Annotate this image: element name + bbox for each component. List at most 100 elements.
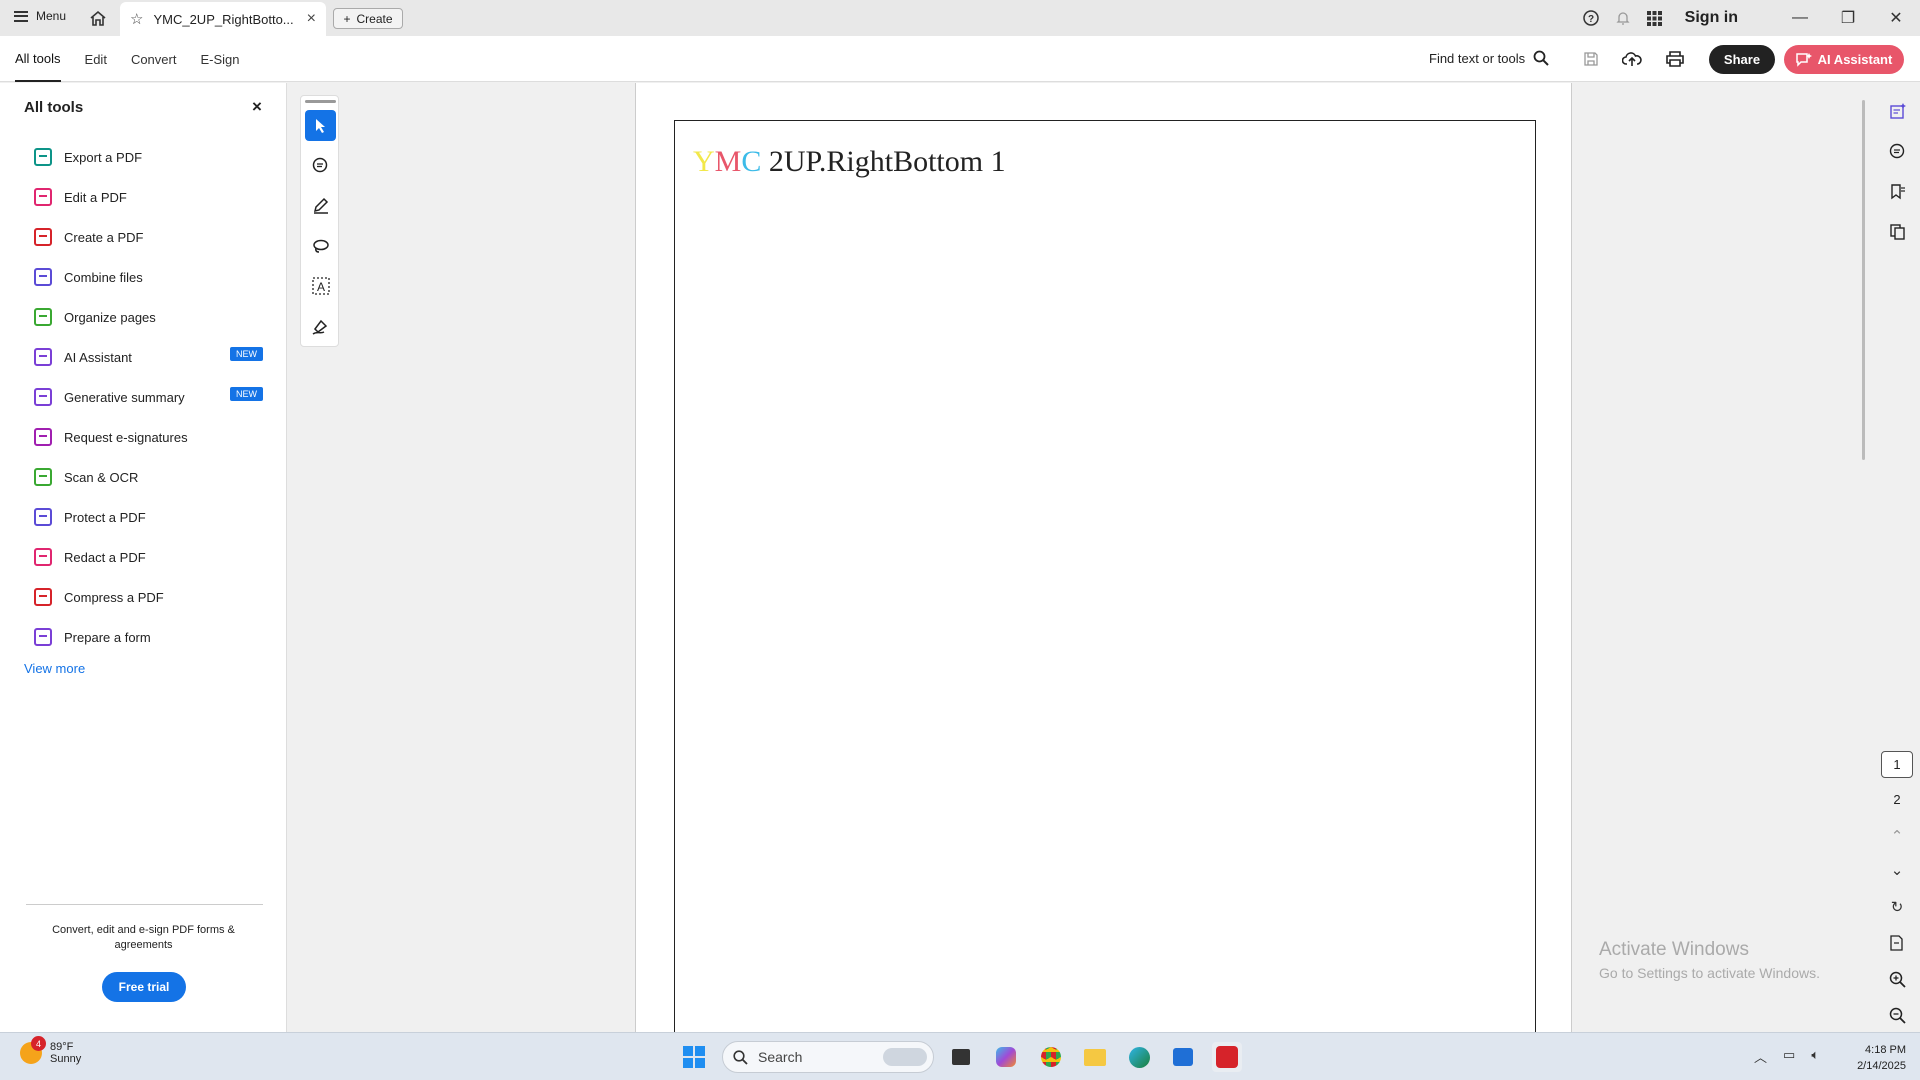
tool-item-scan-ocr[interactable]: Scan & OCR xyxy=(0,457,287,497)
cursor-icon xyxy=(315,118,325,133)
zoom-in-icon[interactable] xyxy=(1882,966,1912,992)
file-explorer-icon[interactable] xyxy=(1080,1042,1110,1072)
tab-convert[interactable]: Convert xyxy=(131,36,177,82)
tool-item-combine-files[interactable]: Combine files xyxy=(0,257,287,297)
tab-title: YMC_2UP_RightBotto... xyxy=(153,11,294,27)
zoom-out-icon[interactable] xyxy=(1882,1002,1912,1028)
tab-esign[interactable]: E-Sign xyxy=(200,36,239,82)
weather-badge: 4 xyxy=(31,1036,46,1051)
apps-grid-icon[interactable] xyxy=(1639,0,1671,36)
select-tool[interactable] xyxy=(305,110,336,141)
prepare-form-icon xyxy=(34,628,52,646)
store-icon[interactable] xyxy=(1168,1042,1198,1072)
tool-item-compress-pdf[interactable]: Compress a PDF xyxy=(0,577,287,617)
document-viewer[interactable]: YMC 2UP.RightBottom 1 xyxy=(635,83,1572,1050)
document-tab[interactable]: ☆ YMC_2UP_RightBotto... × xyxy=(120,2,326,36)
save-icon[interactable] xyxy=(1580,48,1602,70)
bookmark-icon[interactable] xyxy=(1882,178,1912,204)
tab-all-tools[interactable]: All tools xyxy=(15,36,61,82)
weather-desc: Sunny xyxy=(50,1053,82,1065)
edge-icon[interactable] xyxy=(1124,1042,1154,1072)
organize-pages-icon xyxy=(34,308,52,326)
tool-item-generative-summary[interactable]: Generative summary NEW xyxy=(0,377,287,417)
create-button[interactable]: + Create xyxy=(333,8,403,29)
clock[interactable]: 4:18 PM 2/14/2025 xyxy=(1836,1042,1906,1074)
ai-assistant-icon xyxy=(1795,53,1812,67)
system-tray: ︿ ▭ 🔈︎ xyxy=(1754,1047,1819,1066)
copilot-icon[interactable] xyxy=(991,1042,1021,1072)
tool-item-ai-assistant[interactable]: AI Assistant NEW xyxy=(0,337,287,377)
tool-label: Edit a PDF xyxy=(64,189,127,205)
text-tool[interactable]: A xyxy=(305,270,336,301)
tool-item-create-pdf[interactable]: Create a PDF xyxy=(0,217,287,257)
tool-label: Request e-signatures xyxy=(64,429,188,445)
bell-icon[interactable] xyxy=(1607,0,1639,36)
find-tools-button[interactable]: Find text or tools xyxy=(1429,50,1549,66)
page-number-current[interactable]: 1 xyxy=(1881,751,1913,778)
clock-date: 2/14/2025 xyxy=(1857,1060,1906,1072)
scan-ocr-icon xyxy=(34,468,52,486)
search-placeholder: Search xyxy=(758,1049,803,1065)
compress-pdf-icon xyxy=(34,588,52,606)
create-pdf-icon xyxy=(34,228,52,246)
weather-widget[interactable]: 4 89°F Sunny xyxy=(20,1036,82,1065)
find-label: Find text or tools xyxy=(1429,50,1526,66)
new-badge: NEW xyxy=(230,387,263,401)
close-panel-icon[interactable]: × xyxy=(252,97,262,117)
highlight-tool[interactable] xyxy=(305,190,336,221)
page-number-next[interactable]: 2 xyxy=(1881,786,1913,813)
page-up-icon[interactable]: ⌃ xyxy=(1882,823,1912,849)
chrome-app-icon[interactable] xyxy=(1036,1042,1066,1072)
upload-cloud-icon[interactable] xyxy=(1621,48,1643,70)
menu-button[interactable]: Menu xyxy=(14,9,66,23)
pages-icon[interactable] xyxy=(1882,218,1912,244)
home-button[interactable] xyxy=(86,7,110,29)
tool-item-request-esignatures[interactable]: Request e-signatures xyxy=(0,417,287,457)
page-down-icon[interactable]: ⌄ xyxy=(1882,857,1912,883)
print-icon[interactable] xyxy=(1664,48,1686,70)
search-icon xyxy=(1533,50,1549,66)
page-fit-icon[interactable] xyxy=(1882,930,1912,956)
free-trial-button[interactable]: Free trial xyxy=(102,972,186,1002)
restore-button[interactable]: ❐ xyxy=(1824,0,1872,36)
share-button[interactable]: Share xyxy=(1709,45,1775,74)
tool-item-export-pdf[interactable]: Export a PDF xyxy=(0,137,287,177)
view-more-link[interactable]: View more xyxy=(24,661,85,676)
tool-label: Redact a PDF xyxy=(64,549,146,565)
ai-assistant-button[interactable]: AI Assistant xyxy=(1784,45,1904,74)
acrobat-icon[interactable] xyxy=(1212,1042,1242,1072)
comment-icon xyxy=(312,157,327,172)
tool-item-organize-pages[interactable]: Organize pages xyxy=(0,297,287,337)
close-window-button[interactable]: ✕ xyxy=(1872,0,1920,36)
draw-tool[interactable] xyxy=(305,230,336,261)
heading-rest: 2UP.RightBottom 1 xyxy=(761,145,1006,178)
comment-tool[interactable] xyxy=(305,150,336,181)
generative-summary-icon xyxy=(34,388,52,406)
tray-chevron-icon[interactable]: ︿ xyxy=(1754,1047,1767,1066)
tool-item-protect-pdf[interactable]: Protect a PDF xyxy=(0,497,287,537)
star-icon[interactable]: ☆ xyxy=(130,10,143,28)
svg-text:?: ? xyxy=(1588,14,1594,25)
tool-item-prepare-form[interactable]: Prepare a form xyxy=(0,617,287,657)
network-icon[interactable]: ▭ xyxy=(1783,1047,1795,1066)
divider xyxy=(26,904,263,905)
tool-item-edit-pdf[interactable]: Edit a PDF xyxy=(0,177,287,217)
vertical-scrollbar[interactable] xyxy=(1862,100,1865,460)
taskbar-search[interactable]: Search xyxy=(722,1041,934,1073)
windows-start-icon[interactable] xyxy=(683,1046,705,1068)
tool-item-redact-pdf[interactable]: Redact a PDF xyxy=(0,537,287,577)
minimize-button[interactable]: — xyxy=(1776,0,1824,36)
comments-icon[interactable] xyxy=(1882,138,1912,164)
tab-edit[interactable]: Edit xyxy=(85,36,107,82)
sign-tool[interactable] xyxy=(305,310,336,341)
sign-in-link[interactable]: Sign in xyxy=(1685,9,1738,27)
tool-label: Combine files xyxy=(64,269,143,285)
pdf-page[interactable]: YMC 2UP.RightBottom 1 xyxy=(674,120,1536,1050)
file-explorer-dark-icon[interactable] xyxy=(946,1042,976,1072)
speaker-muted-icon[interactable]: 🔈︎ xyxy=(1811,1047,1819,1066)
rotate-icon[interactable]: ↻ xyxy=(1882,894,1912,920)
drag-handle[interactable] xyxy=(305,100,336,103)
close-tab-icon[interactable]: × xyxy=(307,10,316,28)
help-icon[interactable]: ? xyxy=(1575,0,1607,36)
ai-summary-icon[interactable] xyxy=(1882,98,1912,124)
